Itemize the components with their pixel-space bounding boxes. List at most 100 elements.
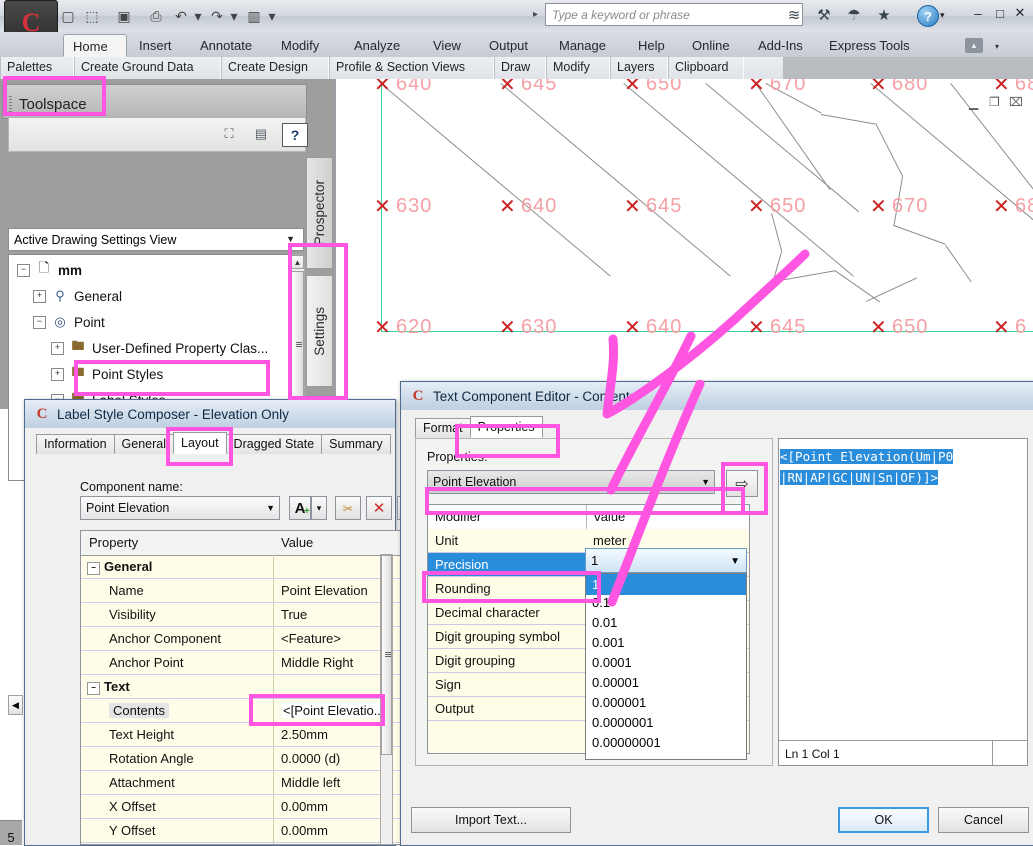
panel-modify[interactable]: Modify	[546, 57, 610, 79]
table-row[interactable]: Visibility True	[81, 603, 409, 627]
collapse-left-arrow-icon[interactable]: ◀	[8, 695, 23, 715]
tab-insert[interactable]: Insert	[130, 34, 181, 57]
table-row[interactable]: Anchor Point Middle Right	[81, 651, 409, 675]
precision-dropdown-list[interactable]: 1 0.1 0.01 0.001 0.0001 0.00001 0.000001…	[585, 573, 747, 760]
panel-clipboard[interactable]: Clipboard	[668, 57, 744, 79]
tab-analyze[interactable]: Analyze	[345, 34, 409, 57]
properties-select[interactable]: Point Elevation ▼	[427, 470, 715, 494]
tab-manage[interactable]: Manage	[550, 34, 615, 57]
save-icon[interactable]: ▣	[113, 5, 135, 27]
tree-node-point[interactable]: − ◎ Point	[9, 309, 105, 335]
tab-information[interactable]: Information	[36, 434, 115, 454]
panel-create-ground-data[interactable]: Create Ground Data	[74, 57, 221, 79]
row-value[interactable]: 0.00mm	[281, 799, 328, 814]
table-row[interactable]: Text Height 2.50mm	[81, 723, 409, 747]
row-value[interactable]: <Feature>	[281, 631, 341, 646]
table-row[interactable]: X Offset 0.00mm	[81, 795, 409, 819]
tab-modify[interactable]: Modify	[272, 34, 328, 57]
tab-output[interactable]: Output	[480, 34, 537, 57]
tree-node-mm[interactable]: − 🗋 mm	[9, 257, 82, 283]
minimize-button[interactable]: –	[968, 4, 988, 22]
expander-icon[interactable]: −	[33, 316, 46, 329]
viewport-close-icon[interactable]: ⌧	[1009, 95, 1023, 109]
expander-icon[interactable]: −	[17, 264, 30, 277]
help-caret-icon[interactable]: ▾	[940, 10, 945, 21]
chevron-down-icon[interactable]: ▼	[730, 556, 740, 567]
search-expand-arrow-icon[interactable]: ▸	[533, 9, 538, 20]
text-preview-pane[interactable]: <[Point Elevation(Um|P0 |RN|AP|GC|UN|Sn|…	[778, 438, 1028, 766]
qat-more-icon[interactable]: ▾	[266, 5, 278, 27]
table-row[interactable]: Unit	[428, 529, 586, 553]
undo-icon[interactable]: ↶	[170, 5, 192, 27]
collapse-icon[interactable]: −	[87, 562, 100, 575]
ok-button[interactable]: OK	[838, 807, 929, 833]
delete-component-button[interactable]: ✕	[366, 496, 392, 520]
ribbon-minimize-caret-icon[interactable]: ▾	[995, 42, 999, 51]
tab-properties[interactable]: Properties	[470, 416, 543, 438]
dropdown-option[interactable]: 0.1	[586, 595, 610, 610]
dropdown-option[interactable]: 0.0001	[586, 655, 632, 670]
table-row[interactable]: −Text	[81, 675, 409, 699]
tree-node-point-styles[interactable]: + 🖿 Point Styles	[9, 361, 163, 387]
tab-home[interactable]: Home	[63, 34, 127, 57]
new-icon[interactable]: ▢	[57, 5, 79, 27]
plot-icon-b[interactable]: ⎙	[145, 5, 167, 27]
component-name-select[interactable]: Point Elevation ▼	[80, 496, 280, 520]
tab-online[interactable]: Online	[683, 34, 739, 57]
table-row[interactable]: −General	[81, 555, 409, 579]
dropdown-option-selected[interactable]: 1	[586, 574, 746, 595]
row-value[interactable]: Middle left	[281, 775, 340, 790]
table-row[interactable]: Contents <[Point Elevatio...	[81, 699, 409, 723]
panel-palettes[interactable]: Palettes	[0, 57, 74, 79]
dropdown-option[interactable]: 0.01	[586, 615, 617, 630]
tab-add-ins[interactable]: Add-Ins	[749, 34, 812, 57]
undo-dropdown-icon[interactable]: ▾	[192, 5, 204, 27]
tab-general[interactable]: General	[114, 434, 174, 454]
tab-help[interactable]: Help	[629, 34, 674, 57]
table-row[interactable]: Rounding	[428, 577, 586, 601]
table-row[interactable]: Y Offset 0.00mm	[81, 819, 409, 843]
import-text-button[interactable]: Import Text...	[411, 807, 571, 833]
redo-icon[interactable]: ↷	[206, 5, 228, 27]
insert-property-button[interactable]: ⇨	[726, 470, 758, 497]
tab-annotate[interactable]: Annotate	[191, 34, 261, 57]
row-value[interactable]: 0.00mm	[281, 823, 328, 838]
palette-grip[interactable]	[9, 96, 12, 114]
viewport-restore-icon[interactable]: ❐	[989, 95, 1000, 109]
toolspace-help-button[interactable]: ?	[282, 123, 308, 147]
panel-profile-section-views[interactable]: Profile & Section Views	[329, 57, 494, 79]
label-style-composer-titlebar[interactable]: C Label Style Composer - Elevation Only	[25, 400, 395, 428]
collapse-icon[interactable]: −	[87, 682, 100, 695]
favorites-star-icon[interactable]: ★	[872, 4, 896, 26]
cancel-button[interactable]: Cancel	[938, 807, 1029, 833]
tab-dragged-state[interactable]: Dragged State	[226, 434, 323, 454]
panel-draw[interactable]: Draw	[494, 57, 546, 79]
maximize-button[interactable]: □	[990, 4, 1010, 22]
redo-dropdown-icon[interactable]: ▾	[228, 5, 240, 27]
layout-property-grid[interactable]: Property Value −General Name Point Eleva…	[80, 530, 410, 845]
create-component-dropdown-button[interactable]: ▾	[311, 496, 327, 520]
sign-in-icon[interactable]: ☂	[842, 4, 866, 26]
tab-format[interactable]: Format	[415, 418, 471, 438]
dropdown-option[interactable]: 0.001	[586, 635, 625, 650]
text-component-editor-titlebar[interactable]: C Text Component Editor - Contents	[401, 382, 1033, 410]
copy-component-button[interactable]: ✂	[335, 496, 361, 520]
row-value-contents[interactable]: <[Point Elevatio...	[281, 703, 387, 718]
row-value[interactable]: Middle Right	[281, 655, 353, 670]
tab-express-tools[interactable]: Express Tools	[820, 34, 919, 57]
scrollbar-thumb[interactable]	[381, 555, 392, 755]
panel-layers[interactable]: Layers	[610, 57, 668, 79]
row-value[interactable]: 0.0000 (d)	[281, 751, 340, 766]
dropdown-option[interactable]: 0.00001	[586, 675, 639, 690]
workspace-icon[interactable]: ▥	[243, 5, 265, 27]
wrench-icon[interactable]: ⚒	[812, 4, 836, 26]
viewport-minimize-icon[interactable]: ▁	[969, 96, 978, 110]
tree-node-general[interactable]: + ⚲ General	[9, 283, 122, 309]
expander-icon[interactable]: +	[33, 290, 46, 303]
tree-node-user-defined-property-classification[interactable]: + 🖿 User-Defined Property Clas...	[9, 335, 268, 361]
property-grid-scrollbar[interactable]	[380, 554, 393, 845]
panorama-icon[interactable]: ▤	[249, 123, 273, 145]
dropdown-option[interactable]: 0.0000001	[586, 715, 653, 730]
drawing-view-selector[interactable]: Active Drawing Settings View ▼	[8, 228, 304, 251]
table-row[interactable]: Digit grouping	[428, 649, 586, 673]
